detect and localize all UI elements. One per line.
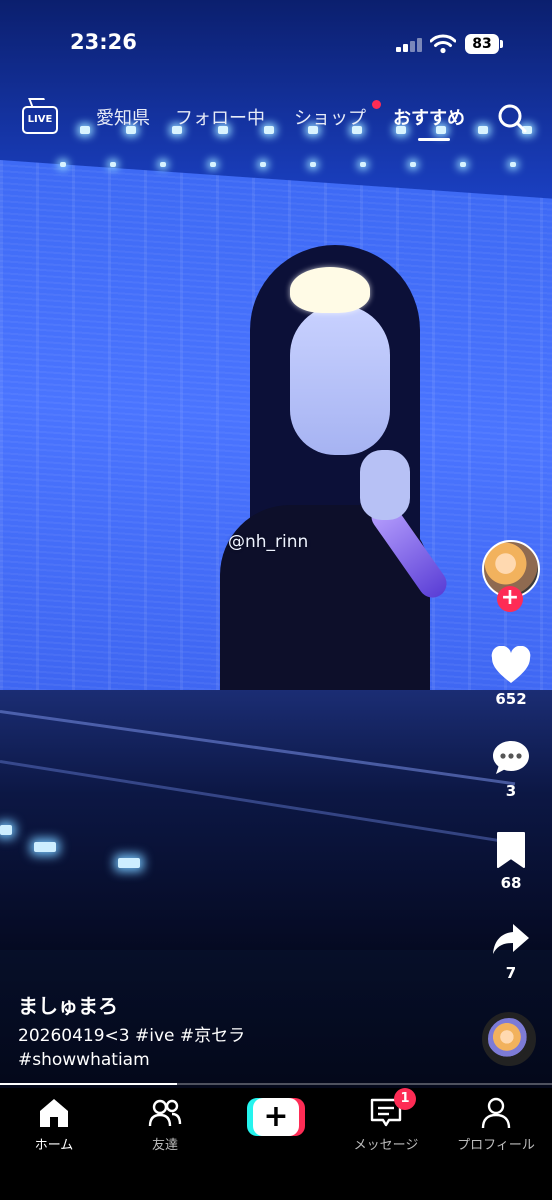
shop-notification-dot xyxy=(372,100,381,109)
caption-hashtags[interactable]: #showwhatiam xyxy=(18,1048,448,1072)
create-plus-icon: + xyxy=(253,1098,299,1136)
stage-lamp xyxy=(118,858,140,868)
profile-icon xyxy=(481,1097,511,1129)
comment-icon xyxy=(493,741,529,774)
heart-icon xyxy=(491,645,531,683)
post-caption[interactable]: 20260419<3 #ive #京セラ #showwhatiam xyxy=(18,1024,448,1072)
bottom-nav: ホーム 友達 + メッセージ 1 プロフィール xyxy=(0,1088,552,1200)
follow-plus-icon[interactable]: + xyxy=(497,586,523,612)
stage-lamp xyxy=(0,825,12,835)
video-watermark: @nh_rinn xyxy=(228,532,309,552)
search-icon[interactable] xyxy=(496,102,528,134)
create-button[interactable]: + xyxy=(247,1098,305,1136)
wifi-icon xyxy=(430,34,456,54)
status-bar: 23:26 83 xyxy=(0,0,552,80)
tab-for-you[interactable]: おすすめ xyxy=(393,104,465,130)
clock: 23:26 xyxy=(70,30,137,54)
friends-icon xyxy=(148,1099,182,1127)
nav-friends[interactable]: 友達 xyxy=(115,1096,215,1153)
performer xyxy=(220,245,453,745)
nav-friends-label: 友達 xyxy=(151,1138,178,1153)
like-count: 652 xyxy=(495,690,527,708)
tab-shop[interactable]: ショップ xyxy=(294,104,366,130)
video-progress-bar[interactable] xyxy=(0,1083,552,1085)
hair-bow xyxy=(290,267,370,313)
live-button[interactable]: LIVE xyxy=(20,98,58,134)
like-button[interactable]: 652 xyxy=(480,645,542,708)
share-arrow-icon xyxy=(493,924,529,954)
music-disc-icon[interactable] xyxy=(482,1012,536,1066)
active-tab-indicator xyxy=(418,138,450,141)
inbox-badge: 1 xyxy=(394,1088,416,1110)
nav-home-label: ホーム xyxy=(34,1138,74,1153)
top-nav: LIVE 愛知県 フォロー中 ショップ おすすめ xyxy=(0,96,552,141)
creator-username[interactable]: ましゅまろ xyxy=(18,990,118,1019)
caption-line: 20260419<3 #ive #京セラ xyxy=(18,1026,246,1046)
live-icon: LIVE xyxy=(22,106,58,134)
nav-inbox-label: メッセージ xyxy=(353,1138,419,1153)
save-count: 68 xyxy=(500,874,522,892)
nav-inbox[interactable]: メッセージ xyxy=(336,1096,436,1153)
share-button[interactable]: 7 xyxy=(480,920,542,982)
tab-local[interactable]: 愛知県 xyxy=(96,104,150,130)
comment-count: 3 xyxy=(505,782,517,800)
video-progress-fill xyxy=(0,1083,177,1085)
comment-button[interactable]: 3 xyxy=(480,738,542,800)
nav-profile-label: プロフィール xyxy=(457,1138,535,1153)
video-player[interactable]: @nh_rinn xyxy=(0,0,552,1088)
home-icon xyxy=(40,1099,68,1127)
stage-structure xyxy=(0,690,552,950)
nav-home[interactable]: ホーム xyxy=(4,1096,104,1153)
stage-lamp xyxy=(34,842,56,852)
bookmark-button[interactable]: 68 xyxy=(480,830,542,892)
stage-light-row-2 xyxy=(0,160,552,174)
tab-following[interactable]: フォロー中 xyxy=(175,104,265,130)
cellular-signal-icon xyxy=(396,36,424,52)
share-count: 7 xyxy=(505,964,517,982)
bookmark-icon xyxy=(497,832,525,868)
nav-profile[interactable]: プロフィール xyxy=(446,1096,546,1153)
battery-indicator: 83 xyxy=(465,34,503,54)
